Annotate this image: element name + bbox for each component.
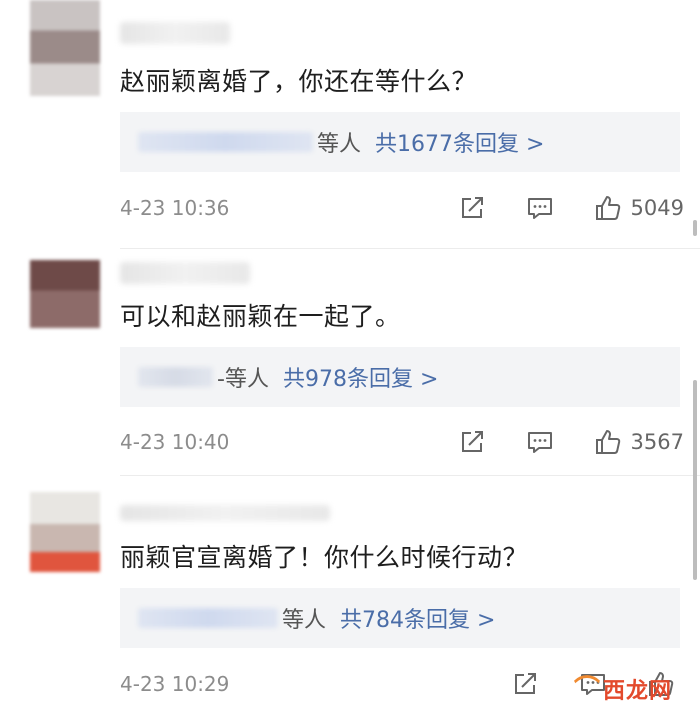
like-count: 3567 bbox=[630, 430, 684, 454]
comment-meta: 4-23 10:40 3567 bbox=[120, 425, 690, 459]
thumbs-up-icon[interactable] bbox=[593, 427, 623, 457]
watermark: ⌒西龙网 bbox=[574, 669, 672, 706]
comment-time: 4-23 10:40 bbox=[120, 430, 230, 454]
comment-text: 丽颖官宣离婚了！你什么时候行动？ bbox=[120, 543, 529, 572]
comment-time: 4-23 10:29 bbox=[120, 672, 230, 696]
avatar[interactable] bbox=[30, 492, 100, 572]
comment-text: 可以和赵丽颖在一起了。 bbox=[120, 302, 401, 331]
username-blurred[interactable] bbox=[120, 505, 330, 521]
username-blurred[interactable] bbox=[120, 262, 250, 284]
comment-time: 4-23 10:36 bbox=[120, 196, 230, 220]
watermark-mark: ⌒ bbox=[573, 675, 601, 705]
reply-users-blurred bbox=[138, 367, 213, 387]
scrollbar-thumb[interactable] bbox=[693, 220, 697, 236]
reply-summary[interactable]: -等人 共978条回复 > bbox=[120, 347, 680, 407]
reply-users-blurred bbox=[138, 608, 278, 628]
thumbs-up-icon[interactable] bbox=[593, 193, 623, 223]
comment-actions: 5049 bbox=[457, 191, 684, 225]
avatar[interactable] bbox=[30, 0, 100, 96]
share-icon[interactable] bbox=[457, 193, 487, 223]
reply-count-link[interactable]: 共1677条回复 > bbox=[375, 126, 544, 158]
watermark-text: 西龙网 bbox=[602, 679, 672, 704]
reply-summary[interactable]: 等人 共784条回复 > bbox=[120, 588, 680, 648]
share-icon[interactable] bbox=[457, 427, 487, 457]
reply-users-blurred bbox=[138, 132, 313, 152]
reply-suffix: 等人 bbox=[317, 132, 362, 157]
comment-text: 赵丽颖离婚了，你还在等什么？ bbox=[120, 67, 478, 96]
scrollbar-thumb[interactable] bbox=[693, 380, 697, 580]
reply-suffix: 等人 bbox=[282, 608, 327, 633]
reply-count-link[interactable]: 共784条回复 > bbox=[340, 602, 495, 634]
comment-meta: 4-23 10:36 5049 bbox=[120, 191, 690, 225]
like-count: 5049 bbox=[630, 196, 684, 220]
reply-suffix: -等人 bbox=[217, 367, 269, 392]
username-blurred[interactable] bbox=[120, 22, 230, 44]
avatar[interactable] bbox=[30, 260, 100, 328]
comment-actions: 3567 bbox=[457, 425, 684, 459]
comment-icon[interactable] bbox=[525, 427, 555, 457]
divider bbox=[120, 475, 700, 476]
divider bbox=[120, 248, 700, 249]
comment-icon[interactable] bbox=[525, 193, 555, 223]
reply-count-link[interactable]: 共978条回复 > bbox=[283, 361, 438, 393]
share-icon[interactable] bbox=[510, 669, 540, 699]
reply-summary[interactable]: 等人 共1677条回复 > bbox=[120, 112, 680, 172]
